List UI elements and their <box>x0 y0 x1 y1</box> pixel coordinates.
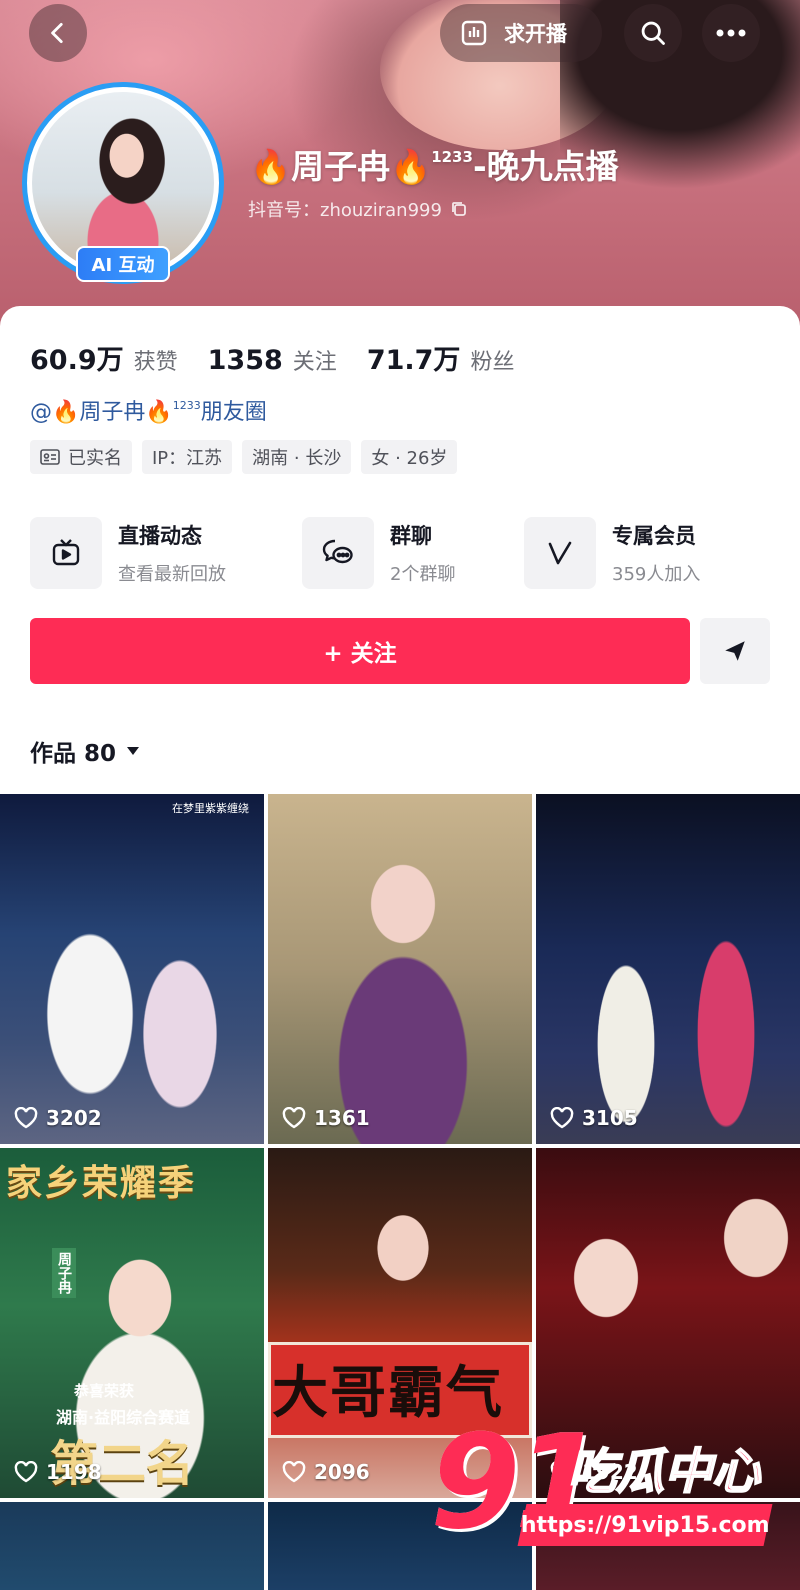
tag-verified: 已实名 <box>30 440 132 474</box>
video-likes-count: 3202 <box>46 1106 102 1130</box>
watermark-brand: 吃瓜中心 <box>567 1443 761 1501</box>
video-likes-count: 1198 <box>46 1460 102 1484</box>
tag-gender-age: 女 · 26岁 <box>361 440 458 474</box>
moments-suffix: 朋友圈 <box>200 400 267 425</box>
douyin-id[interactable]: 抖音号：zhouziran999 <box>248 196 468 222</box>
feature-group-icon-box <box>302 517 374 589</box>
copy-icon[interactable] <box>450 200 468 218</box>
heart-icon <box>282 1461 306 1483</box>
video-caption: 在梦里紫紫缠绕 <box>172 802 249 815</box>
profile-header: 求开播 AI 互动 🔥周子冉🔥1233-晚九点播 抖音号：zhouziran99… <box>0 0 800 340</box>
followers-label: 粉丝 <box>470 350 515 375</box>
video-overlay-title: 家乡荣耀季 <box>6 1163 197 1204</box>
friends-moments-link[interactable]: @🔥周子冉🔥1233朋友圈 <box>30 394 267 426</box>
nickname-superscript: 1233 <box>431 148 473 166</box>
search-button[interactable] <box>624 4 682 62</box>
profile-nickname: 🔥周子冉🔥1233-晚九点播 <box>250 140 619 188</box>
feature-row: 直播动态 查看最新回放 群聊 2个群聊 专属会员 359人加入 <box>30 516 770 590</box>
nickname-suffix: -晚九点播 <box>472 147 619 186</box>
stats-row: 60.9万 获赞 1358 关注 71.7万 粉丝 <box>30 338 544 377</box>
video-likes-count: 3105 <box>582 1106 638 1130</box>
heart-icon <box>282 1107 306 1129</box>
feature-member-title: 专属会员 <box>612 524 696 548</box>
profile-tags: 已实名 IP：江苏 湖南 · 长沙 女 · 26岁 <box>30 440 458 474</box>
tag-verified-label: 已实名 <box>68 448 122 469</box>
search-icon <box>641 21 665 45</box>
feature-live-title: 直播动态 <box>118 524 202 548</box>
video-likes: 1361 <box>282 1106 370 1130</box>
works-tab[interactable]: 作品 80 <box>30 734 140 768</box>
paper-plane-icon <box>725 641 745 661</box>
ai-interact-badge[interactable]: AI 互动 <box>76 246 170 282</box>
feature-member-subtitle: 359人加入 <box>612 564 701 585</box>
feature-group-chat[interactable]: 群聊 2个群聊 <box>302 516 455 590</box>
live-bars-icon <box>461 20 487 46</box>
follow-button[interactable]: + 关注 <box>30 618 690 684</box>
video-likes: 2096 <box>282 1460 370 1484</box>
feature-group-subtitle: 2个群聊 <box>390 564 456 585</box>
tag-location: 湖南 · 长沙 <box>242 440 352 474</box>
video-tile[interactable] <box>0 1502 264 1590</box>
video-likes: 3105 <box>550 1106 638 1130</box>
back-button[interactable] <box>29 4 87 62</box>
tv-icon <box>52 539 80 566</box>
heart-icon <box>14 1461 38 1483</box>
watermark-url-text: https://91vip15.com <box>520 1512 770 1538</box>
v-logo-icon <box>548 541 572 565</box>
likes-label: 获赞 <box>133 350 178 375</box>
tag-gender-age-label: 女 · 26岁 <box>371 448 448 469</box>
feature-group-title: 群聊 <box>390 524 432 548</box>
chevron-left-icon <box>51 22 63 44</box>
video-tile[interactable]: 1361 <box>268 794 532 1144</box>
likes-count[interactable]: 60.9万 <box>30 338 124 377</box>
video-likes-count: 1361 <box>314 1106 370 1130</box>
tag-ip-label: IP：江苏 <box>152 448 223 469</box>
moments-prefix: @🔥周子冉🔥 <box>30 400 173 425</box>
video-overlay-sub1: 恭喜荣获 <box>74 1382 135 1400</box>
video-overlay-name: 周子冉 <box>52 1248 76 1298</box>
request-live-button[interactable]: 求开播 <box>440 4 602 62</box>
works-tab-label: 作品 80 <box>30 741 117 767</box>
chat-bubbles-icon <box>322 539 353 564</box>
nickname-main: 🔥周子冉🔥 <box>250 147 432 186</box>
tag-location-label: 湖南 · 长沙 <box>252 448 342 469</box>
heart-icon <box>550 1107 574 1129</box>
send-message-button[interactable] <box>700 618 770 684</box>
feature-live-dynamics[interactable]: 直播动态 查看最新回放 <box>30 516 226 590</box>
id-card-icon <box>40 449 60 465</box>
douyin-id-text: 抖音号：zhouziran999 <box>248 200 442 221</box>
following-count[interactable]: 1358 <box>208 345 283 376</box>
video-likes: 1198 <box>14 1460 102 1484</box>
tag-ip: IP：江苏 <box>142 440 233 474</box>
followers-count[interactable]: 71.7万 <box>367 338 461 377</box>
caret-down-icon <box>127 747 140 755</box>
feature-live-icon-box <box>30 517 102 589</box>
feature-member-icon-box <box>524 517 596 589</box>
video-likes: 3202 <box>14 1106 102 1130</box>
more-options-button[interactable] <box>702 4 760 62</box>
following-label: 关注 <box>292 350 337 375</box>
video-tile[interactable]: 3105 <box>536 794 800 1144</box>
video-tile[interactable]: 在梦里紫紫缠绕 3202 <box>0 794 264 1144</box>
video-tile[interactable]: 家乡荣耀季 周子冉 恭喜荣获 湖南·益阳综合赛道 第二名 1198 <box>0 1148 264 1498</box>
request-live-label: 求开播 <box>504 22 567 46</box>
feature-membership[interactable]: 专属会员 359人加入 <box>524 516 700 590</box>
watermark-url: https://91vip15.com <box>517 1504 773 1546</box>
video-likes-count: 2096 <box>314 1460 370 1484</box>
moments-superscript: 1233 <box>172 399 201 412</box>
heart-icon <box>14 1107 38 1129</box>
more-dots-icon <box>716 29 746 37</box>
feature-live-subtitle: 查看最新回放 <box>118 564 226 585</box>
